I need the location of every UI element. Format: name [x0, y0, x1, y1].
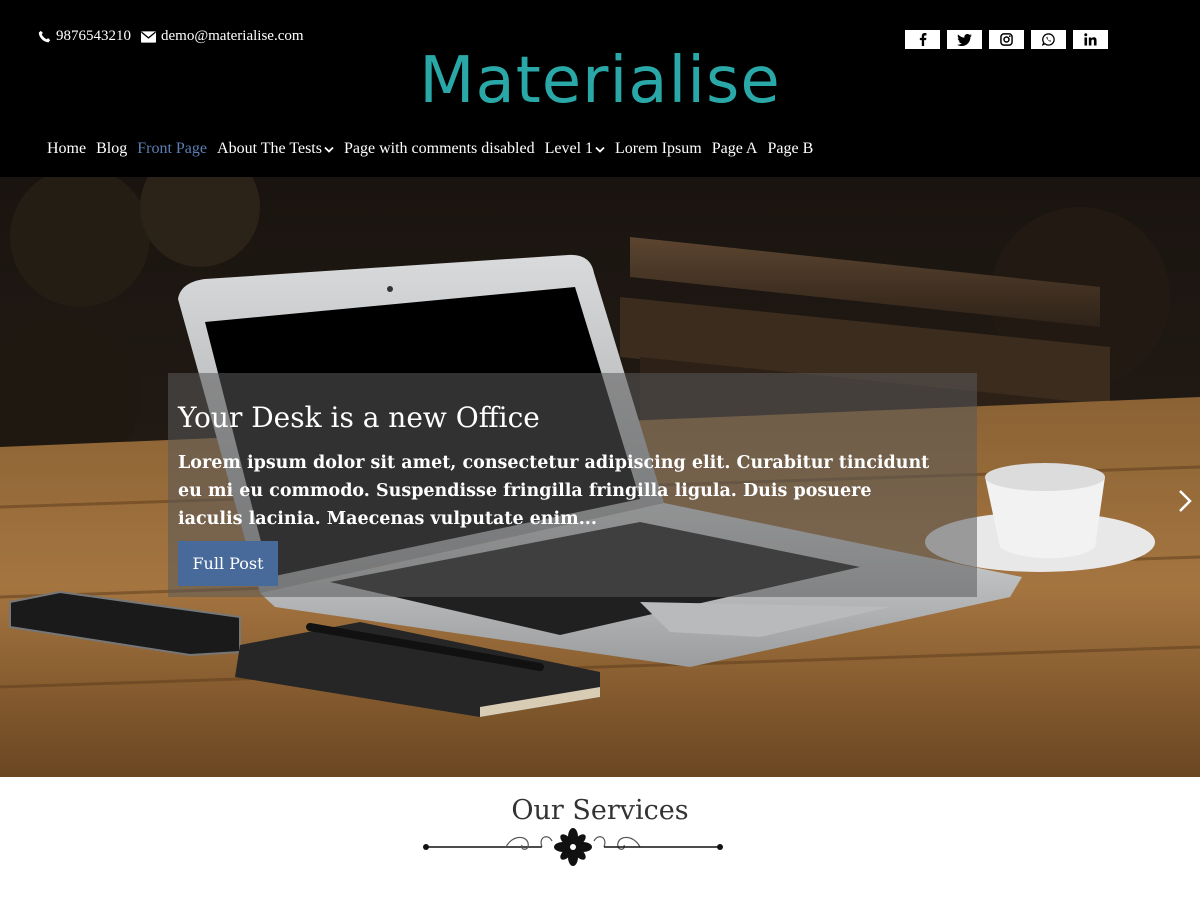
- phone-contact[interactable]: 9876543210: [38, 28, 131, 45]
- slide-caption: Your Desk is a new Office Lorem ipsum do…: [168, 373, 977, 597]
- site-header: 9876543210 demo@materialise.com Material…: [0, 0, 1200, 177]
- nav-label: Page B: [767, 140, 814, 157]
- nav-item-about-the-tests[interactable]: About The Tests: [217, 140, 334, 158]
- nav-item-page-b[interactable]: Page B: [767, 140, 813, 158]
- phone-icon: [38, 30, 51, 43]
- chevron-right-icon[interactable]: [1178, 489, 1192, 513]
- nav-label: Page with comments disabled: [343, 140, 535, 157]
- nav-label: Page A: [711, 140, 758, 157]
- nav-item-level-1[interactable]: Level 1: [545, 140, 605, 158]
- nav-item-lorem-ipsum[interactable]: Lorem Ipsum: [615, 140, 702, 158]
- slide-title: Your Desk is a new Office: [178, 401, 540, 434]
- main-nav: Home Blog Front Page About The Tests Pag…: [47, 140, 813, 158]
- chevron-down-icon: [324, 146, 334, 153]
- chevron-down-icon: [595, 146, 605, 153]
- envelope-icon: [141, 30, 156, 43]
- nav-item-blog[interactable]: Blog: [96, 140, 127, 158]
- nav-item-home[interactable]: Home: [47, 140, 86, 158]
- email-contact[interactable]: demo@materialise.com: [141, 28, 304, 45]
- nav-label: About The Tests: [217, 140, 322, 157]
- nav-label: Blog: [96, 140, 128, 157]
- logo-text: Materialise: [419, 44, 781, 118]
- nav-label: Home: [47, 140, 87, 157]
- nav-label: Front Page: [137, 140, 208, 157]
- nav-item-page-a[interactable]: Page A: [712, 140, 758, 158]
- nav-label: Level 1: [544, 140, 594, 157]
- site-logo[interactable]: Materialise: [0, 44, 1200, 118]
- hero-slider: Your Desk is a new Office Lorem ipsum do…: [0, 177, 1200, 777]
- slide-excerpt: Lorem ipsum dolor sit amet, consectetur …: [178, 453, 930, 529]
- nav-item-comments-disabled[interactable]: Page with comments disabled: [344, 140, 535, 158]
- nav-item-front-page[interactable]: Front Page: [137, 140, 207, 158]
- nav-label: Lorem Ipsum: [615, 140, 702, 157]
- full-post-button[interactable]: Full Post: [178, 541, 278, 586]
- email-address: demo@materialise.com: [161, 28, 304, 44]
- services-section: Our Services: [0, 777, 1200, 900]
- section-title: Our Services: [511, 795, 689, 826]
- phone-number: 9876543210: [56, 28, 131, 44]
- ornament-divider: [423, 828, 723, 866]
- contact-bar: 9876543210 demo@materialise.com: [38, 28, 304, 45]
